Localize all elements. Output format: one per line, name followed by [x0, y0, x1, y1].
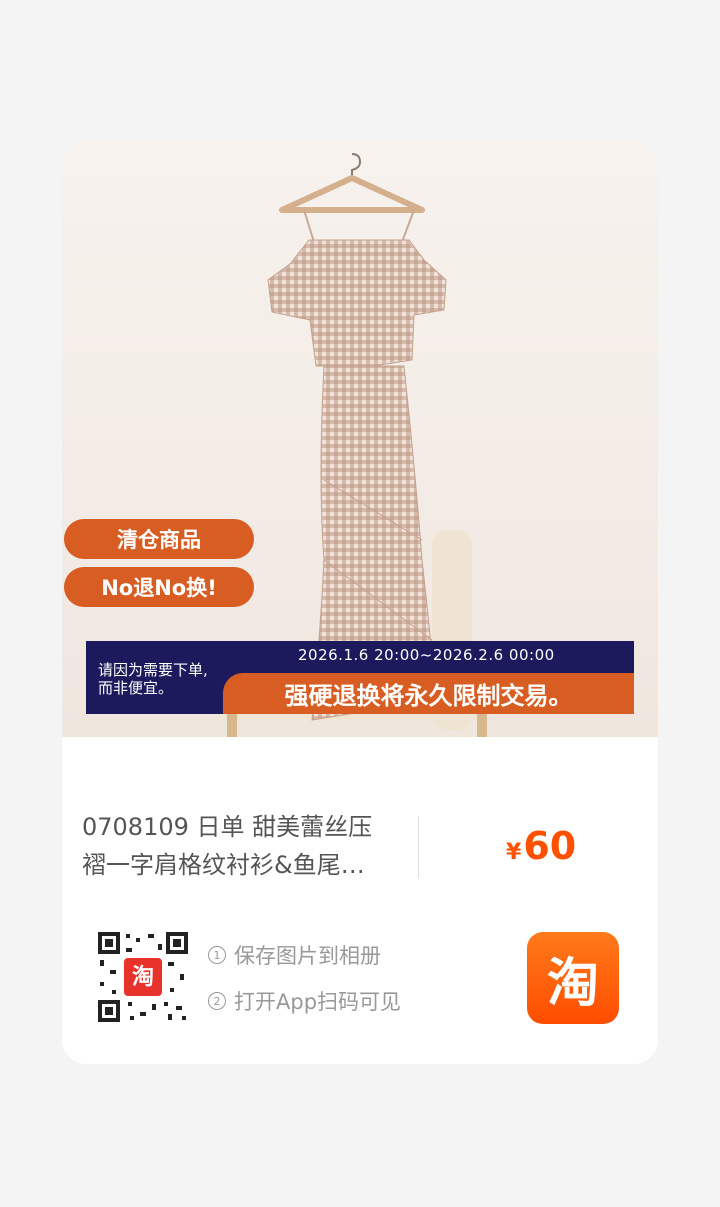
step-1-icon: 1: [208, 946, 226, 964]
qr-code[interactable]: 淘: [96, 930, 190, 1024]
product-title[interactable]: 0708109 日单 甜美蕾丝压 褶一字肩格纹衬衫&鱼尾…: [82, 808, 402, 884]
notice-message: 请因为需要下单, 而非便宜。: [98, 661, 208, 697]
qr-logo-text: 淘: [132, 964, 154, 990]
scan-code-step: 2 打开App扫码可见: [208, 986, 401, 1016]
product-photo[interactable]: 清仓商品 No退No换! 请因为需要下单, 而非便宜。 2026.1.6 20:…: [62, 140, 658, 737]
currency-symbol: ¥: [506, 840, 522, 865]
product-price: ¥ 60: [506, 824, 576, 868]
notice-date-range: 2026.1.6 20:00~2026.2.6 00:00: [298, 646, 555, 664]
clearance-badge: 清仓商品: [64, 519, 254, 559]
price-value: 60: [523, 824, 577, 868]
notice-warning: 强硬退换将永久限制交易。: [223, 673, 634, 714]
step-2-icon: 2: [208, 992, 226, 1010]
save-image-step: 1 保存图片到相册: [208, 940, 381, 970]
share-card: 清仓商品 No退No换! 请因为需要下单, 而非便宜。 2026.1.6 20:…: [62, 140, 658, 1064]
taobao-logo-icon: 淘: [527, 932, 619, 1024]
trade-notice-banner: 请因为需要下单, 而非便宜。 2026.1.6 20:00~2026.2.6 0…: [86, 641, 634, 714]
no-return-badge: No退No换!: [64, 567, 254, 607]
divider: [418, 816, 419, 878]
